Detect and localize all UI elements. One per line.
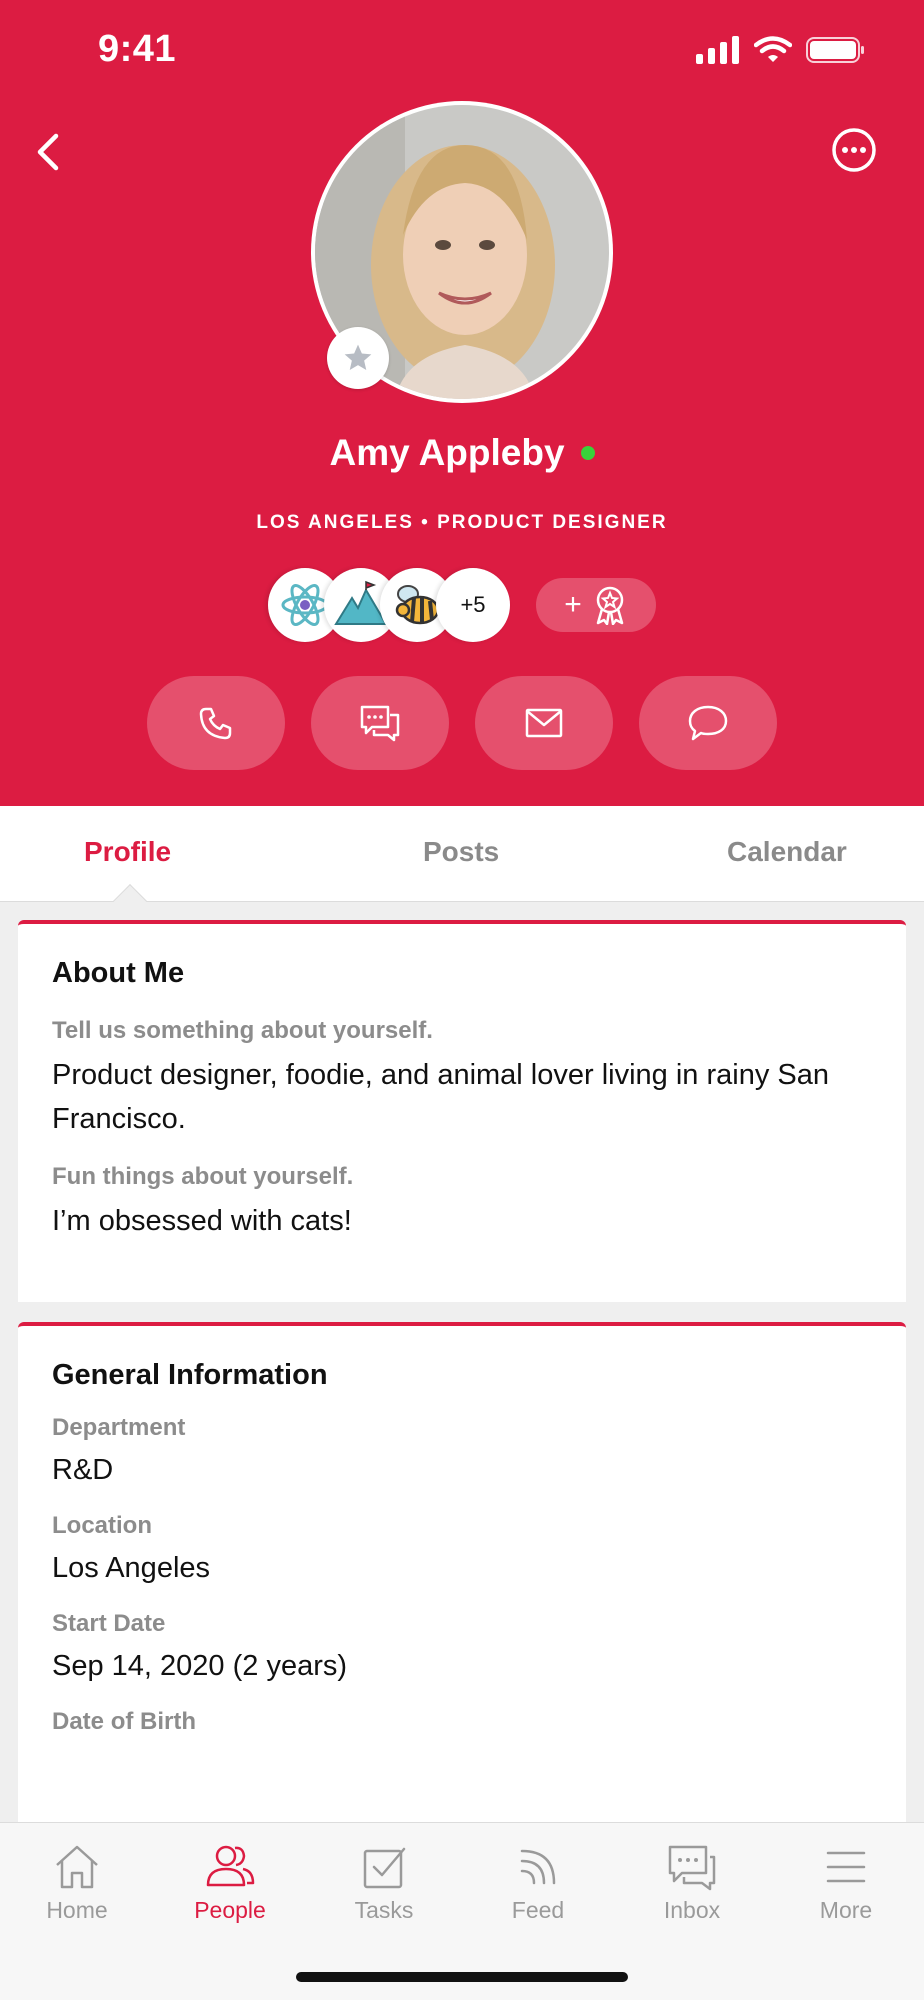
atom-icon — [281, 584, 329, 626]
award-ribbon-icon — [596, 586, 624, 625]
about-answer: Product designer, foodie, and animal lov… — [52, 1059, 830, 1135]
sms-icon — [360, 705, 400, 742]
home-indicator — [296, 1972, 628, 1982]
email-button[interactable] — [475, 676, 613, 770]
nav-people-label: People — [194, 1897, 266, 1923]
nav-feed-label: Feed — [511, 1897, 565, 1923]
phone-icon — [199, 707, 232, 740]
start-date-value: Sep 14, 2020 (2 years) — [52, 1650, 348, 1682]
start-date-label: Start Date — [52, 1610, 166, 1637]
status-time: 9:41 — [98, 28, 177, 70]
about-me-title: About Me — [52, 957, 185, 989]
tab-calendar[interactable]: Calendar — [727, 836, 847, 868]
profile-name: Amy Appleby — [329, 432, 565, 473]
status-icons — [696, 36, 866, 64]
general-info-card: General Information Department R&D Locat… — [18, 1322, 906, 1822]
chat-button[interactable] — [639, 676, 777, 770]
mail-icon — [525, 708, 563, 738]
name-row: Amy Appleby — [0, 432, 924, 474]
nav-home[interactable]: Home — [12, 1839, 142, 1924]
nav-people[interactable]: People — [165, 1839, 295, 1924]
profile-tabs: Profile Posts Calendar — [0, 806, 924, 902]
nav-tasks[interactable]: Tasks — [319, 1839, 449, 1924]
nav-more-label: More — [819, 1897, 873, 1923]
department-value: R&D — [52, 1454, 114, 1486]
more-dots-icon — [832, 128, 876, 172]
favorite-button[interactable] — [327, 327, 389, 389]
menu-icon — [826, 1851, 866, 1883]
tasks-icon — [363, 1847, 406, 1889]
award-plus: + — [564, 588, 582, 621]
give-award-button[interactable]: + — [536, 578, 656, 632]
tab-posts[interactable]: Posts — [423, 836, 499, 868]
profile-subtitle: LOS ANGELES • PRODUCT DESIGNER — [256, 512, 668, 533]
general-info-title: General Information — [52, 1359, 328, 1391]
wifi-icon — [754, 36, 792, 62]
more-options-button[interactable] — [830, 126, 878, 174]
fun-things-label: Fun things about yourself. — [52, 1163, 354, 1190]
about-me-card: About Me Tell us something about yoursel… — [18, 920, 906, 1302]
nav-more[interactable]: More — [781, 1839, 911, 1924]
star-icon — [344, 344, 372, 370]
fun-things-answer: I’m obsessed with cats! — [52, 1205, 352, 1237]
text-message-button[interactable] — [311, 676, 449, 770]
badges-more[interactable]: +5 — [436, 568, 510, 642]
chevron-left-icon — [37, 133, 59, 171]
call-button[interactable] — [147, 676, 285, 770]
nav-inbox-label: Inbox — [663, 1897, 721, 1923]
battery-icon — [806, 37, 864, 63]
about-question-label: Tell us something about yourself. — [52, 1017, 433, 1044]
nav-feed[interactable]: Feed — [473, 1839, 603, 1924]
people-icon — [206, 1845, 255, 1887]
department-label: Department — [52, 1414, 186, 1441]
nav-tasks-label: Tasks — [354, 1897, 414, 1923]
nav-inbox[interactable]: Inbox — [627, 1839, 757, 1924]
signal-icon — [696, 36, 739, 64]
profile-header: 9:41 Amy Appleby LOS ANGELES • PRODUCT D… — [0, 0, 924, 806]
chat-icon — [688, 705, 728, 741]
badges-more-count: +5 — [460, 592, 486, 617]
nav-home-label: Home — [46, 1897, 108, 1923]
back-button[interactable] — [24, 124, 80, 180]
location-label: Location — [52, 1512, 152, 1539]
date-of-birth-label: Date of Birth — [52, 1708, 196, 1735]
location-value: Los Angeles — [52, 1552, 211, 1584]
home-icon — [56, 1845, 98, 1889]
tab-profile[interactable]: Profile — [84, 836, 171, 868]
feed-icon — [520, 1849, 556, 1885]
inbox-icon — [668, 1845, 716, 1891]
online-indicator — [580, 446, 595, 460]
